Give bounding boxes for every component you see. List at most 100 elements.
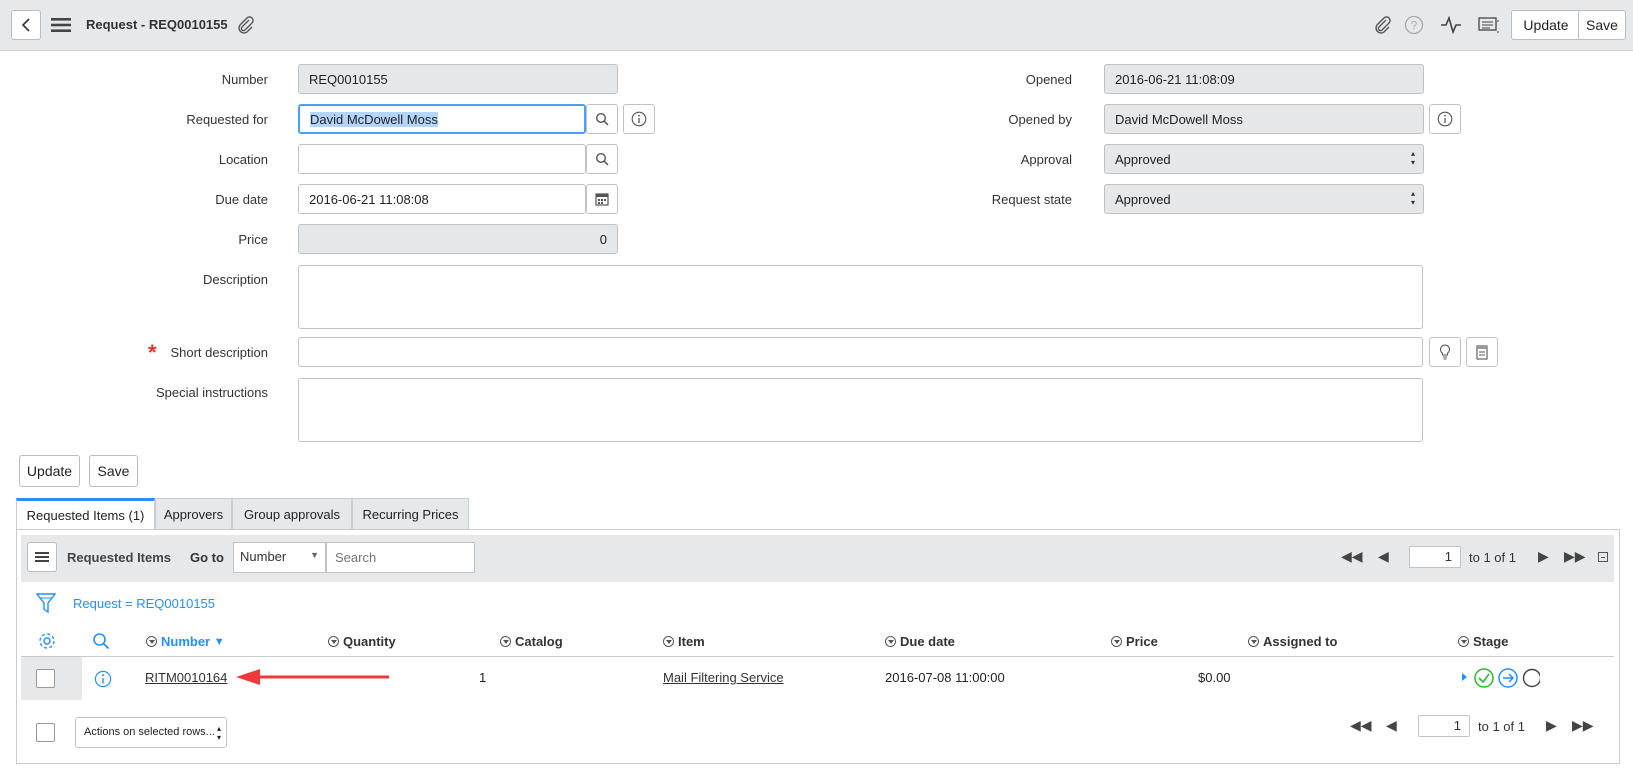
number-label: Number: [221, 72, 268, 87]
price-field: 0: [298, 224, 618, 254]
paperclip-icon: [1375, 16, 1391, 34]
bottom-next-page-button[interactable]: ▶: [1546, 717, 1557, 734]
personalize-list-button[interactable]: [37, 631, 57, 654]
activity-button[interactable]: [1440, 15, 1462, 35]
search-icon: [93, 633, 110, 650]
column-menu-icon: [885, 636, 896, 647]
column-header-price[interactable]: Price: [1111, 634, 1158, 649]
hamburger-icon: [35, 552, 49, 562]
opened-by-info-button[interactable]: [1429, 104, 1461, 134]
list-search-input[interactable]: [326, 542, 475, 573]
column-menu-icon: [500, 636, 511, 647]
context-menu-button[interactable]: [51, 15, 71, 35]
tab-requested-items[interactable]: Requested Items (1): [16, 498, 155, 530]
more-options-button[interactable]: [1478, 15, 1500, 35]
chevron-down-icon: ▼: [310, 550, 319, 560]
column-menu-icon: [1111, 636, 1122, 647]
header-save-button[interactable]: Save: [1578, 10, 1626, 40]
requested-for-label: Requested for: [186, 112, 268, 127]
location-lookup-button[interactable]: [586, 144, 618, 174]
actions-select[interactable]: Actions on selected rows... ▴ ▾: [75, 717, 227, 748]
column-menu-icon: [328, 636, 339, 647]
attachment-button[interactable]: [236, 15, 256, 35]
gear-icon: [39, 633, 55, 649]
list-menu-button[interactable]: [27, 542, 57, 572]
column-header-quantity[interactable]: Quantity: [328, 634, 396, 649]
list-title: Requested Items: [67, 550, 172, 565]
special-instructions-label: Special instructions: [156, 385, 268, 400]
price-label: Price: [238, 232, 268, 247]
search-icon: [595, 112, 609, 126]
attachment-header-button[interactable]: [1373, 15, 1393, 35]
bottom-prev-page-button[interactable]: ◀: [1386, 717, 1397, 734]
column-header-stage[interactable]: Stage: [1458, 634, 1508, 649]
special-instructions-field[interactable]: [298, 378, 1423, 442]
column-header-due-date[interactable]: Due date: [885, 634, 955, 649]
prev-page-button[interactable]: ◀: [1378, 548, 1389, 565]
bottom-first-page-button[interactable]: ◀◀: [1350, 717, 1372, 734]
header-update-button[interactable]: Update: [1511, 10, 1581, 40]
tab-approvers[interactable]: Approvers: [155, 498, 232, 530]
svg-text:?: ?: [1411, 19, 1418, 33]
column-item-label: Item: [678, 634, 705, 649]
tab-group-approvals[interactable]: Group approvals: [232, 498, 352, 530]
requested-for-lookup-button[interactable]: [586, 104, 618, 134]
requested-for-info-button[interactable]: [623, 104, 655, 134]
goto-field-select[interactable]: Number ▼: [233, 542, 326, 573]
requested-for-field[interactable]: David McDowell Moss: [298, 104, 586, 134]
save-button[interactable]: Save: [89, 455, 138, 487]
tab-recurring-prices[interactable]: Recurring Prices: [352, 498, 469, 530]
last-page-button[interactable]: ▶▶: [1564, 548, 1586, 565]
page-input[interactable]: 1: [1409, 546, 1461, 568]
location-field[interactable]: [298, 144, 586, 174]
first-page-button[interactable]: ◀◀: [1341, 548, 1363, 565]
row-preview-button[interactable]: [94, 670, 112, 691]
due-date-field[interactable]: 2016-06-21 11:08:08: [298, 184, 586, 214]
column-header-item[interactable]: Item: [663, 634, 705, 649]
lightbulb-icon: [1440, 344, 1450, 360]
short-description-field[interactable]: [298, 337, 1423, 367]
bottom-page-input[interactable]: 1: [1418, 715, 1470, 737]
back-button[interactable]: [11, 10, 41, 40]
description-field[interactable]: [298, 265, 1423, 329]
column-header-assigned-to[interactable]: Assigned to: [1248, 634, 1337, 649]
search-icon: [595, 152, 609, 166]
info-icon: [631, 111, 647, 127]
short-description-label: Short description: [170, 345, 268, 360]
row-checkbox[interactable]: [36, 669, 55, 688]
list-view-icon: [1478, 17, 1499, 33]
page-range: to 1 of 1: [1469, 550, 1516, 565]
approval-select[interactable]: Approved: [1104, 144, 1424, 174]
row-price: $0.00: [1198, 670, 1231, 685]
opened-by-field: David McDowell Moss: [1104, 104, 1424, 134]
bottom-page-range: to 1 of 1: [1478, 719, 1525, 734]
column-search-button[interactable]: [92, 632, 110, 653]
template-button[interactable]: [1466, 337, 1498, 367]
column-header-catalog[interactable]: Catalog: [500, 634, 563, 649]
column-header-number[interactable]: Number ▼: [146, 634, 225, 649]
bottom-last-page-button[interactable]: ▶▶: [1572, 717, 1594, 734]
minus-icon: [1601, 556, 1605, 558]
approval-label: Approval: [1020, 152, 1072, 167]
due-date-calendar-button[interactable]: [586, 184, 618, 214]
column-catalog-label: Catalog: [515, 634, 563, 649]
info-icon: [94, 670, 112, 688]
select-all-checkbox[interactable]: [36, 723, 55, 742]
filter-breadcrumb[interactable]: Request = REQ0010155: [73, 596, 215, 611]
help-icon: ?: [1404, 15, 1424, 35]
row-number-link[interactable]: RITM0010164: [145, 670, 227, 685]
filter-button[interactable]: [35, 592, 57, 617]
row-item-link[interactable]: Mail Filtering Service: [663, 670, 784, 685]
opened-by-label: Opened by: [1008, 112, 1072, 127]
hamburger-icon: [51, 18, 71, 32]
paperclip-icon: [238, 16, 254, 34]
column-menu-icon: [146, 636, 157, 647]
price-value: 0: [599, 231, 607, 247]
collapse-button[interactable]: [1598, 552, 1608, 562]
column-menu-icon: [1248, 636, 1259, 647]
update-button[interactable]: Update: [19, 455, 80, 487]
request-state-select[interactable]: Approved: [1104, 184, 1424, 214]
next-page-button[interactable]: ▶: [1538, 548, 1549, 565]
help-button[interactable]: ?: [1404, 15, 1424, 35]
suggestion-button[interactable]: [1429, 337, 1461, 367]
